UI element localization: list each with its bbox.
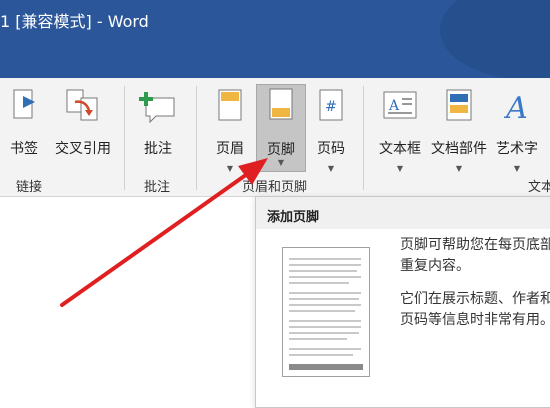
dropdown-header: 添加页脚 xyxy=(256,197,550,229)
group-label-header-footer: 页眉和页脚 xyxy=(242,180,308,195)
chevron-down-icon[interactable]: ▼ xyxy=(514,164,520,173)
chevron-down-icon[interactable]: ▼ xyxy=(278,158,284,167)
document-parts-button[interactable]: 文档部件 ▼ xyxy=(427,86,491,173)
cross-reference-label: 交叉引用 xyxy=(55,141,111,157)
comment-button[interactable]: 批注 xyxy=(134,86,182,157)
svg-text:A: A xyxy=(503,91,528,124)
cross-reference-button[interactable]: 交叉引用 xyxy=(50,86,116,157)
svg-text:A: A xyxy=(388,98,400,114)
text-box-label: 文本框 xyxy=(379,141,421,157)
chevron-down-icon[interactable]: ▼ xyxy=(227,164,233,173)
footer-band xyxy=(289,364,363,370)
footer-label: 页脚 xyxy=(267,142,295,158)
word-art-label: 艺术字 xyxy=(496,141,538,157)
comment-label: 批注 xyxy=(144,141,172,157)
group-separator xyxy=(196,86,197,190)
chevron-down-icon[interactable]: ▼ xyxy=(328,164,334,173)
footer-icon xyxy=(268,87,294,127)
footer-description-1: 页脚可帮助您在每页底部重复内容。 xyxy=(400,237,550,274)
comment-icon xyxy=(138,88,178,128)
group-label-links: 链接 xyxy=(16,180,43,195)
page-number-button[interactable]: # 页码 ▼ xyxy=(309,86,353,173)
group-label-comments: 批注 xyxy=(144,180,171,195)
bookmark-icon xyxy=(11,88,37,126)
document-parts-icon xyxy=(444,88,474,128)
word-art-button[interactable]: A 艺术字 ▼ xyxy=(492,86,542,173)
group-separator xyxy=(363,86,364,190)
page-number-label: 页码 xyxy=(317,141,345,157)
svg-text:#: # xyxy=(325,99,337,115)
dropdown-title: 添加页脚 xyxy=(267,210,320,225)
bookmark-button[interactable]: 书签 xyxy=(4,86,44,157)
header-button[interactable]: 页眉 ▼ xyxy=(207,86,253,173)
footer-description-2: 它们在展示标题、作者和页码等信息时非常有用。 xyxy=(400,291,550,328)
group-label-text: 文本 xyxy=(528,180,550,195)
header-label: 页眉 xyxy=(216,141,244,157)
chevron-down-icon[interactable]: ▼ xyxy=(397,164,403,173)
title-bar-decoration xyxy=(440,0,550,78)
word-art-icon: A xyxy=(502,88,532,128)
text-box-icon: A xyxy=(382,88,418,128)
title-bar: 1 [兼容模式] - Word xyxy=(0,0,550,78)
cross-reference-icon xyxy=(63,88,103,128)
header-icon xyxy=(217,88,243,128)
window-title: 1 [兼容模式] - Word xyxy=(0,12,149,31)
footer-preview-thumbnail[interactable] xyxy=(282,247,370,377)
footer-description: 页脚可帮助您在每页底部重复内容。 它们在展示标题、作者和页码等信息时非常有用。 xyxy=(400,235,550,343)
group-separator xyxy=(124,86,125,190)
page-number-icon: # xyxy=(318,88,344,128)
bookmark-label: 书签 xyxy=(10,141,38,157)
footer-dropdown: 添加页脚 页脚可帮助您在每页底部重复内容。 它们在展示标题、作者和页码等信息时非… xyxy=(255,196,550,408)
chevron-down-icon[interactable]: ▼ xyxy=(456,164,462,173)
ribbon: 书签 交叉引用 链接 批注 批注 页眉 ▼ 页脚 ▼ # 页码 ▼ 页眉和页脚 … xyxy=(0,78,550,197)
document-parts-label: 文档部件 xyxy=(431,141,487,157)
text-box-button[interactable]: A 文本框 ▼ xyxy=(373,86,427,173)
footer-button[interactable]: 页脚 ▼ xyxy=(256,84,306,172)
